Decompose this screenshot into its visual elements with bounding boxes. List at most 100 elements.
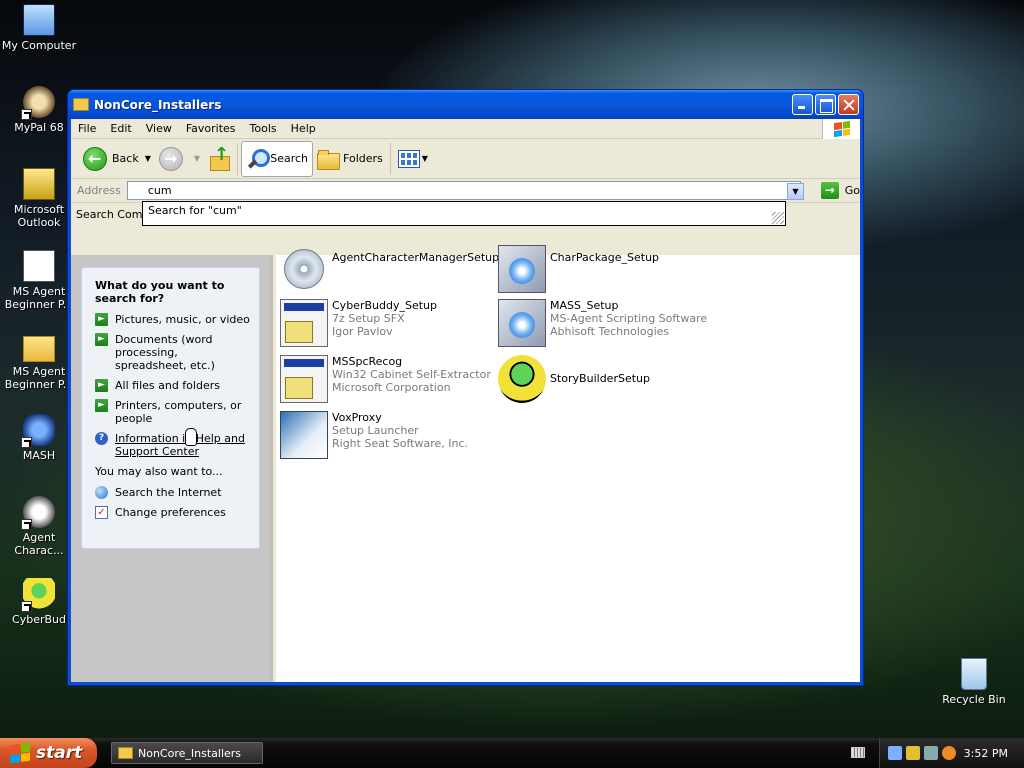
title-bar[interactable]: NonCore_Installers [68,90,863,119]
folder-icon [23,336,55,362]
menu-edit[interactable]: Edit [103,122,138,135]
search-option-all-files[interactable]: ► All files and folders [95,379,251,392]
file-item[interactable]: AgentCharacterManagerSetup [280,245,499,289]
go-button[interactable]: → Go [820,182,860,199]
back-button[interactable]: Back ▼ [79,141,155,177]
agent-tray-icon[interactable] [888,746,902,760]
help-support-link[interactable]: ? Information in Help and Support Center [95,432,251,458]
cd-icon [284,249,324,289]
forward-button[interactable]: ▼ [155,141,204,177]
taskbar-button-noncore-installers[interactable]: NonCore_Installers [111,742,263,764]
menu-tools[interactable]: Tools [243,122,284,135]
keyboard-icon[interactable] [851,747,865,758]
taskbar-button-label: NonCore_Installers [138,746,242,760]
file-item[interactable]: StoryBuilderSetup [498,355,650,403]
address-dropdown-button[interactable]: ▼ [787,183,804,200]
folders-button[interactable]: Folders [313,141,387,177]
desktop-icon-my-computer[interactable]: My Computer [0,4,78,52]
network-icon[interactable] [924,746,938,760]
resize-grip-icon[interactable] [772,212,784,224]
toolbar-separator [237,142,239,175]
also-want-label: You may also want to... [95,465,223,478]
up-folder-icon [208,144,231,171]
arrow-right-icon: ► [95,313,108,326]
package-icon [498,245,546,293]
desktop-icon-label: My Computer [1,39,77,52]
file-item[interactable]: CyberBuddy_Setup 7z Setup SFX Igor Pavlo… [280,299,437,347]
file-name: CyberBuddy_Setup [332,299,437,312]
search-icon[interactable] [942,746,956,760]
address-label: Address [77,184,121,197]
address-autocomplete: Search for "cum" [142,201,786,226]
explorer-window: NonCore_Installers File Edit View Favori… [67,89,864,686]
menu-file[interactable]: File [71,122,103,135]
change-preferences-label: Change preferences [115,506,226,519]
shortcut-arrow-icon [21,519,32,530]
chevron-down-icon[interactable]: ▼ [145,154,151,163]
search-option-printers[interactable]: ► Printers, computers, or people [95,399,251,425]
maximize-button[interactable] [815,94,836,115]
recycle-bin-icon [961,658,987,690]
file-name: AgentCharacterManagerSetup [332,251,500,264]
clock: 3:52 PM [963,746,1008,760]
search-label: Search [270,152,309,165]
start-button[interactable]: start [0,738,97,768]
file-description: Win32 Cabinet Self-Extractor [332,368,491,381]
desktop-icon-label: Recycle Bin [942,693,1006,706]
go-label: Go [844,184,860,197]
bug-icon [498,355,546,403]
search-internet-link[interactable]: Search the Internet [95,486,251,499]
menu-view[interactable]: View [139,122,179,135]
search-panel-title: What do you want to search for? [95,279,225,305]
up-folder-button[interactable] [204,141,234,177]
autocomplete-suggestion[interactable]: Search for "cum" [148,204,780,217]
folder-icon [73,98,89,111]
search-option-label: All files and folders [115,379,220,392]
back-arrow-icon [83,146,107,171]
change-preferences-link[interactable]: ✓ Change preferences [95,506,251,519]
shortcut-arrow-icon [21,109,32,120]
shield-icon[interactable] [906,746,920,760]
outlook-icon [23,168,55,200]
box-icon [498,299,546,347]
address-input[interactable]: cum [126,181,801,200]
forward-arrow-icon [158,146,183,171]
arrow-right-icon: ► [95,379,108,392]
file-company: Microsoft Corporation [332,381,451,394]
desktop-icon-recycle-bin[interactable]: Recycle Bin [935,658,1013,706]
search-option-label: Printers, computers, or people [115,399,242,425]
globe-icon [95,486,108,499]
shortcut-arrow-icon [21,601,32,612]
arrow-right-icon: ► [95,399,108,412]
help-icon: ? [95,432,108,445]
file-item[interactable]: VoxProxy Setup Launcher Right Seat Softw… [280,411,468,459]
file-item[interactable]: MSSpcRecog Win32 Cabinet Self-Extractor … [280,355,491,403]
search-option-label: Pictures, music, or video [115,313,250,326]
windows-logo-icon [10,742,30,764]
file-item[interactable]: CharPackage_Setup [498,245,659,293]
computer-icon [23,4,55,36]
chevron-down-icon[interactable]: ▼ [422,154,428,163]
minimize-button[interactable] [792,94,813,115]
menu-favorites[interactable]: Favorites [179,122,243,135]
search-option-documents[interactable]: ► Documents (word processing, spreadshee… [95,333,251,372]
cyberbud-icon [21,578,55,612]
search-option-media[interactable]: ► Pictures, music, or video [95,313,251,326]
menu-help[interactable]: Help [284,122,323,135]
file-item[interactable]: MASS_Setup MS-Agent Scripting Software A… [498,299,707,347]
taskbar: start NonCore_Installers [0,738,1024,768]
system-tray: 3:52 PM [879,738,1024,768]
vox-icon [280,411,328,459]
search-button[interactable]: Search [241,140,314,177]
close-button[interactable] [838,94,859,115]
file-company: Right Seat Software, Inc. [332,437,469,450]
address-bar: Address cum → Go [71,179,860,203]
file-name: StoryBuilderSetup [550,372,650,385]
search-options-panel: What do you want to search for? ► Pictur… [81,267,260,549]
search-icon [246,148,271,170]
back-label: Back [112,152,139,165]
views-button[interactable]: ▼ [394,141,432,177]
chevron-down-icon[interactable]: ▼ [194,154,200,163]
views-icon [397,149,420,168]
file-name: VoxProxy [332,411,382,424]
